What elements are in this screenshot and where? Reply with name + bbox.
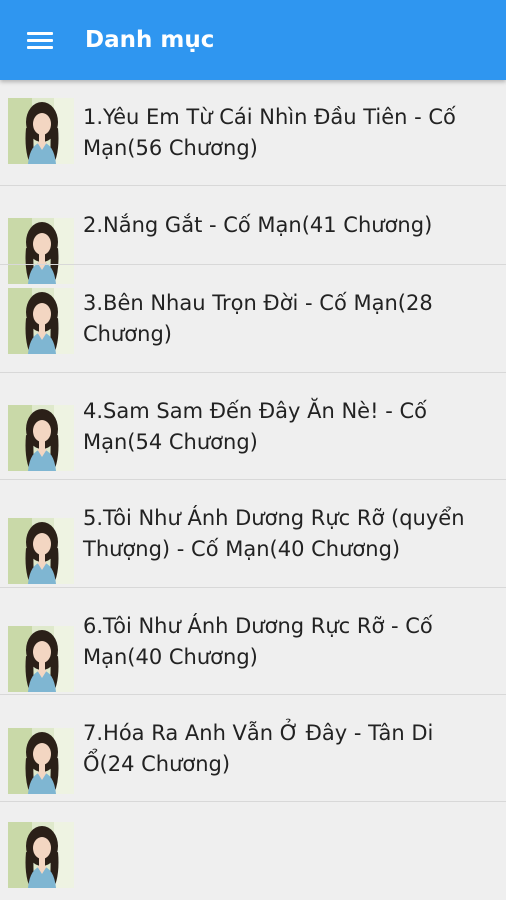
story-title: 5.Tôi Như Ánh Dương Rực Rỡ (quyển Thượng)… (83, 503, 503, 565)
story-list-item[interactable]: 4.Sam Sam Đến Đây Ăn Nè! - Cố Mạn(54 Chươ… (0, 373, 506, 480)
story-list-item[interactable]: 1.Yêu Em Từ Cái Nhìn Đầu Tiên - Cố Mạn(56… (0, 80, 506, 186)
app-screen: Danh mục 1.Yêu Em Từ Cái Nhìn Đầu Tiên -… (0, 0, 506, 900)
story-list-item[interactable] (0, 802, 506, 888)
story-title: 6.Tôi Như Ánh Dương Rực Rỡ - Cố Mạn(40 Ch… (83, 611, 503, 673)
story-cover-image (8, 98, 74, 164)
page-title: Danh mục (85, 27, 215, 53)
story-cover-image (8, 626, 74, 692)
story-title-line: Ổ(24 Chương) (83, 752, 231, 776)
story-title-line: 1.Yêu Em Từ Cái Nhìn Đầu Tiên - Cố (83, 105, 456, 129)
story-title-line: 6.Tôi Như Ánh Dương Rực Rỡ - Cố (83, 614, 433, 638)
app-toolbar: Danh mục (0, 0, 506, 80)
hamburger-menu-icon[interactable] (14, 22, 66, 58)
story-title-line: Chương) (83, 322, 172, 346)
story-list-item[interactable]: 7.Hóa Ra Anh Vẫn Ở Đây - Tân Di Ổ(24 Chươ… (0, 695, 506, 802)
story-list-item[interactable]: 2.Nắng Gắt - Cố Mạn(41 Chương) (0, 186, 506, 284)
story-title-line: Mạn(40 Chương) (83, 645, 258, 669)
story-list-item[interactable]: 5.Tôi Như Ánh Dương Rực Rỡ (quyển Thượng)… (0, 480, 506, 588)
story-title-line: Thượng) - Cố Mạn(40 Chương) (83, 537, 401, 561)
story-title: 3.Bên Nhau Trọn Đời - Cố Mạn(28 Chương) (83, 288, 503, 350)
story-list[interactable]: 1.Yêu Em Từ Cái Nhìn Đầu Tiên - Cố Mạn(56… (0, 80, 506, 900)
story-title-line: Mạn(54 Chương) (83, 430, 258, 454)
story-cover-image (8, 728, 74, 794)
story-title-line: 7.Hóa Ra Anh Vẫn Ở Đây - Tân Di (83, 721, 434, 745)
story-title-line: 4.Sam Sam Đến Đây Ăn Nè! - Cố (83, 399, 427, 423)
story-title-line: 3.Bên Nhau Trọn Đời - Cố Mạn(28 (83, 291, 433, 315)
story-title: 2.Nắng Gắt - Cố Mạn(41 Chương) (83, 210, 503, 241)
story-title: 1.Yêu Em Từ Cái Nhìn Đầu Tiên - Cố Mạn(56… (83, 102, 503, 164)
story-list-item[interactable]: 6.Tôi Như Ánh Dương Rực Rỡ - Cố Mạn(40 Ch… (0, 588, 506, 695)
story-title: 7.Hóa Ra Anh Vẫn Ở Đây - Tân Di Ổ(24 Chươ… (83, 718, 503, 780)
story-title: 4.Sam Sam Đến Đây Ăn Nè! - Cố Mạn(54 Chươ… (83, 396, 503, 458)
story-cover-image (8, 822, 74, 888)
story-title-line: Mạn(56 Chương) (83, 136, 258, 160)
story-cover-image (8, 288, 74, 354)
story-list-item[interactable]: 3.Bên Nhau Trọn Đời - Cố Mạn(28 Chương) (0, 265, 506, 373)
story-cover-image (8, 518, 74, 584)
story-title-line: 5.Tôi Như Ánh Dương Rực Rỡ (quyển (83, 506, 465, 530)
story-title-line: 2.Nắng Gắt - Cố Mạn(41 Chương) (83, 213, 433, 237)
story-cover-image (8, 405, 74, 471)
